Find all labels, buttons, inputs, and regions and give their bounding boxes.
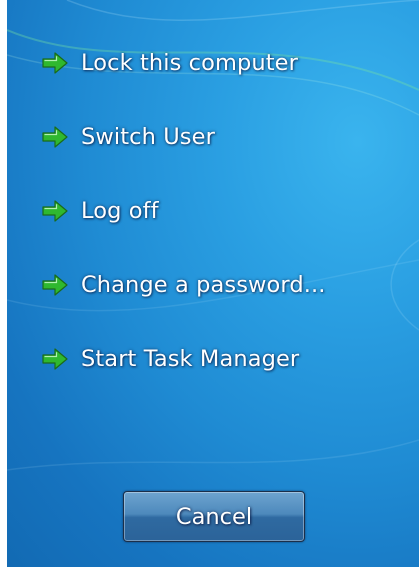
change-password-option[interactable]: Change a password... — [41, 266, 326, 304]
task-manager-option[interactable]: Start Task Manager — [41, 340, 299, 378]
cancel-label: Cancel — [175, 503, 253, 530]
lock-computer-option[interactable]: Lock this computer — [41, 44, 298, 82]
option-label: Start Task Manager — [81, 346, 300, 372]
option-label: Change a password... — [81, 272, 326, 298]
green-arrow-icon — [41, 347, 71, 371]
option-label: Lock this computer — [81, 50, 298, 76]
security-options-screen: Lock this computer Switch User Log off C… — [7, 0, 419, 567]
green-arrow-icon — [41, 273, 71, 297]
green-arrow-icon — [41, 125, 71, 149]
cancel-button[interactable]: Cancel — [123, 491, 305, 542]
green-arrow-icon — [41, 51, 71, 75]
green-arrow-icon — [41, 199, 71, 223]
option-label: Switch User — [81, 124, 215, 150]
option-label: Log off — [81, 198, 159, 224]
switch-user-option[interactable]: Switch User — [41, 118, 215, 156]
log-off-option[interactable]: Log off — [41, 192, 159, 230]
